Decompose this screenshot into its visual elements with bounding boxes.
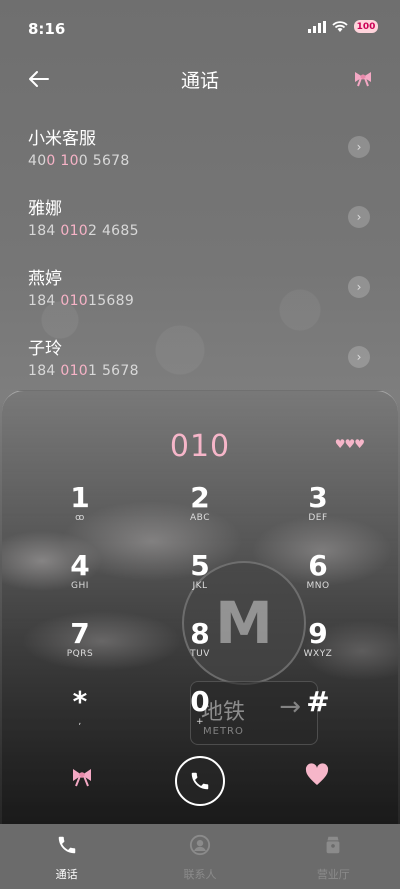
battery-icon: 100: [354, 20, 378, 33]
nav-label: 通话: [55, 868, 78, 881]
nav-tab-store[interactable]: 营业厅: [267, 824, 400, 889]
contact-number: 400 100 5678: [28, 153, 130, 169]
header: 通话: [0, 60, 400, 100]
page-title: 通话: [180, 70, 219, 92]
contact-row[interactable]: 燕婷 184 01015689 ›: [0, 252, 400, 322]
hearts-icon[interactable]: ♥♥♥: [335, 437, 365, 451]
nav-tab-calls[interactable]: 通话: [0, 824, 133, 889]
phone-icon: [58, 836, 75, 854]
contact-number: 184 01015689: [28, 293, 135, 309]
key-0[interactable]: 0 +: [160, 687, 240, 743]
call-button[interactable]: [175, 756, 225, 806]
wifi-icon: [332, 20, 348, 32]
chevron-right-icon[interactable]: ›: [348, 136, 370, 158]
signal-icon: [308, 20, 326, 33]
contact-name: 燕婷: [28, 269, 62, 289]
key-1[interactable]: 1ꝏ: [40, 483, 120, 539]
contact-name: 子玲: [28, 339, 62, 359]
contact-number: 184 0102 4685: [28, 223, 139, 239]
status-time: 8:16: [28, 20, 66, 38]
key-4[interactable]: 4 GHI: [40, 551, 120, 607]
chevron-right-icon[interactable]: ›: [348, 276, 370, 298]
chevron-right-icon[interactable]: ›: [348, 346, 370, 368]
dialpad-panel: M 地铁 → METRO 010 ♥♥♥ 1ꝏ 2 ABC 3 DEF 4 GHI 5…: [2, 390, 398, 824]
heart-icon[interactable]: [304, 763, 330, 787]
contact-row[interactable]: 雅娜 184 0102 4685 ›: [0, 182, 400, 252]
recent-calls-list: 小米客服 400 100 5678 › 雅娜 184 0102 4685 › 燕…: [0, 112, 400, 392]
bow-icon[interactable]: [352, 66, 374, 88]
bottom-nav: 通话 联系人 营业厅: [0, 824, 400, 889]
dialpad-actions: [2, 751, 398, 811]
contact-name: 雅娜: [28, 199, 62, 219]
key-8[interactable]: 8 TUV: [160, 619, 240, 675]
contact-number: 184 0101 5678: [28, 363, 139, 379]
key-6[interactable]: 6 MNO: [278, 551, 358, 607]
status-bar: 8:16 100: [0, 0, 400, 56]
key-3[interactable]: 3 DEF: [278, 483, 358, 539]
nav-tab-contacts[interactable]: 联系人: [133, 824, 266, 889]
key-2[interactable]: 2 ABC: [160, 483, 240, 539]
chevron-right-icon[interactable]: ›: [348, 206, 370, 228]
key-hash[interactable]: #: [278, 687, 358, 743]
phone-icon: [191, 772, 209, 790]
key-star[interactable]: *,: [40, 687, 120, 743]
contact-row[interactable]: 子玲 184 0101 5678 ›: [0, 322, 400, 392]
bow-icon[interactable]: [70, 765, 94, 787]
nav-label: 联系人: [183, 868, 217, 881]
contact-row[interactable]: 小米客服 400 100 5678 ›: [0, 112, 400, 182]
contacts-icon: [189, 834, 211, 856]
store-icon: [326, 836, 340, 854]
key-9[interactable]: 9 WXYZ: [278, 619, 358, 675]
status-icons: 100: [308, 20, 378, 33]
contact-name: 小米客服: [28, 129, 96, 149]
nav-label: 营业厅: [316, 868, 350, 881]
key-7[interactable]: 7 PQRS: [40, 619, 120, 675]
key-5[interactable]: 5 JKL: [160, 551, 240, 607]
